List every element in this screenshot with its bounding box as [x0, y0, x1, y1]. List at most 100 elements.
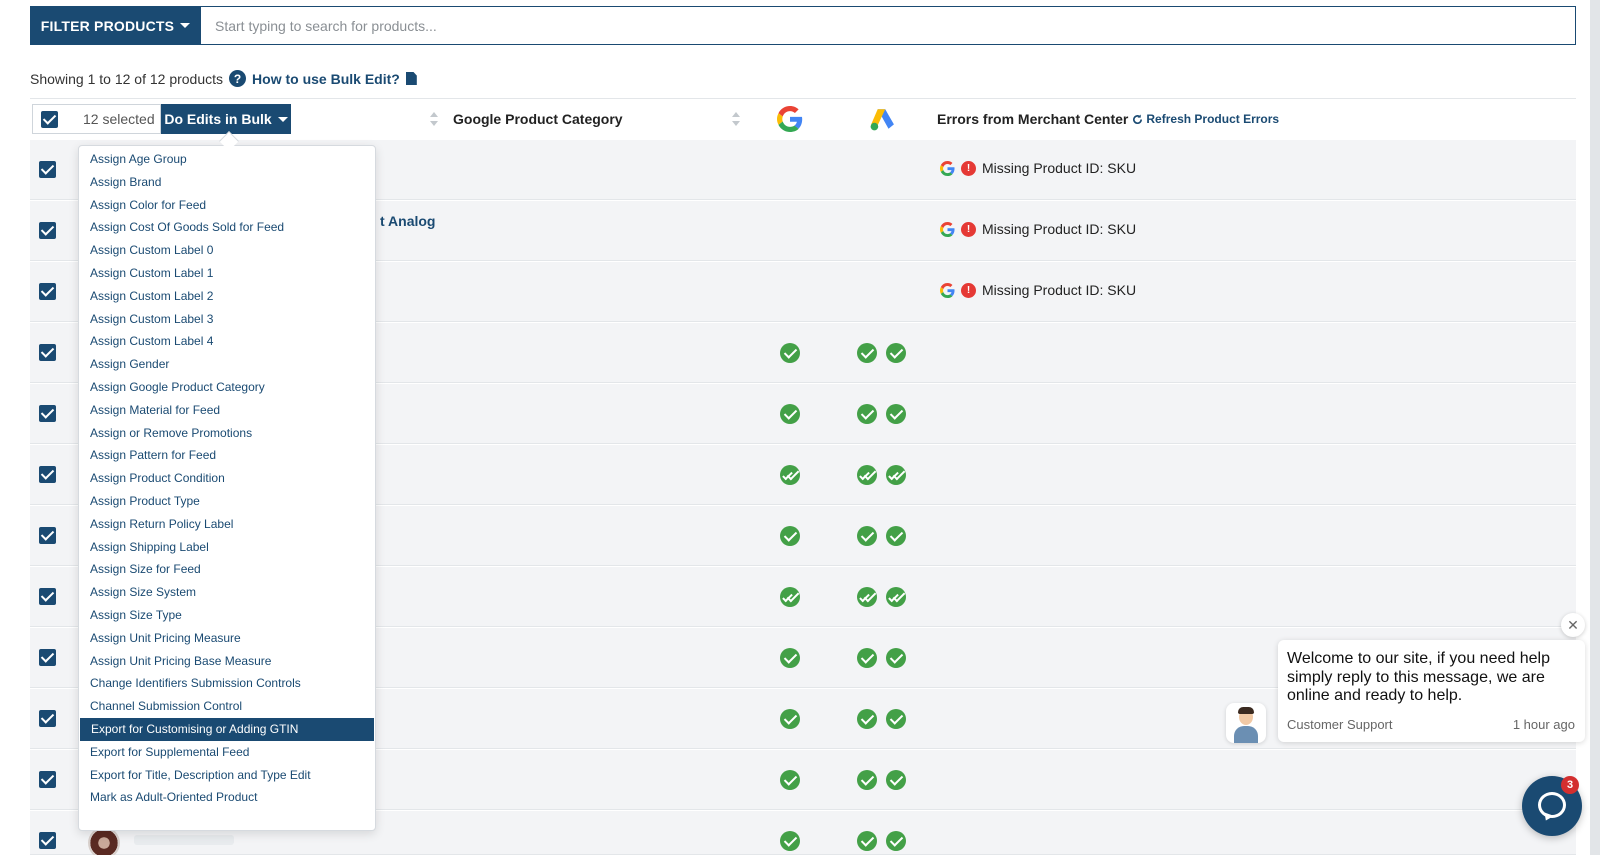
check-icon — [857, 831, 877, 851]
row-checkbox[interactable] — [39, 710, 56, 727]
error-text: Missing Product ID: SKU — [982, 282, 1137, 298]
refresh-errors-label: Refresh Product Errors — [1146, 112, 1280, 126]
check-icon — [857, 343, 877, 363]
help-icon[interactable]: ? — [229, 70, 247, 87]
bulk-menu-item[interactable]: Assign Material for Feed — [79, 399, 375, 422]
bulk-menu-item[interactable]: Export for Supplemental Feed — [79, 741, 375, 764]
check-icon — [857, 404, 877, 424]
page: FILTER PRODUCTS Showing 1 to 12 of 12 pr… — [0, 0, 1600, 855]
bulk-menu-item[interactable]: Assign or Remove Promotions — [79, 422, 375, 445]
google-icon — [777, 106, 803, 132]
row-checkbox[interactable] — [39, 588, 56, 605]
bulk-menu-item[interactable]: Export for Customising or Adding GTIN — [80, 717, 374, 741]
select-all-checkbox[interactable] — [41, 111, 58, 128]
row-checkbox[interactable] — [39, 771, 56, 788]
row-checkbox[interactable] — [39, 649, 56, 666]
avatar-body — [1234, 726, 1258, 743]
bulk-menu-item[interactable]: Assign Custom Label 1 — [79, 262, 375, 285]
check-icon — [780, 709, 800, 729]
error-icon: ! — [961, 160, 976, 176]
check-icon — [857, 282, 877, 302]
row-checkbox[interactable] — [39, 527, 56, 544]
bulk-menu-item[interactable]: Change Identifiers Submission Controls — [79, 672, 375, 695]
google-ads-icon — [870, 109, 894, 131]
chat-message[interactable]: Welcome to our site, if you need help si… — [1278, 640, 1585, 742]
check-icon — [780, 160, 800, 180]
product-search-input[interactable] — [200, 6, 1576, 45]
document-icon[interactable] — [405, 72, 417, 85]
scrollbar-track[interactable] — [1590, 0, 1600, 855]
filter-products-label: FILTER PRODUCTS — [40, 17, 175, 34]
error-icon: ! — [961, 221, 976, 237]
bulk-menu-item[interactable]: Channel Submission Control — [79, 695, 375, 718]
sort-category-icon[interactable] — [732, 112, 740, 126]
check-icon — [886, 831, 906, 851]
merchant-error: ! Missing Product ID: SKU — [940, 160, 1136, 176]
bulk-edit-label: Do Edits in Bulk — [164, 111, 272, 127]
bulk-menu-item[interactable]: Assign Google Product Category — [79, 376, 375, 399]
bulk-menu-item[interactable]: Assign Gender — [79, 353, 375, 376]
double-check-icon — [886, 465, 906, 485]
bulk-menu-item[interactable]: Mark as Adult-Oriented Product — [79, 786, 375, 809]
refresh-errors-link[interactable]: Refresh Product Errors — [1132, 112, 1279, 126]
row-checkbox[interactable] — [39, 344, 56, 361]
chat-icon — [1538, 792, 1566, 818]
double-check-icon — [780, 465, 800, 485]
row-checkbox[interactable] — [39, 405, 56, 422]
sort-name-icon[interactable] — [430, 112, 438, 126]
showing-text: Showing 1 to 12 of 12 products — [30, 70, 224, 87]
bulk-menu-item[interactable]: Assign Brand — [79, 171, 375, 194]
row-checkbox[interactable] — [39, 161, 56, 178]
bulk-edit-button[interactable]: Do Edits in Bulk — [161, 104, 291, 134]
check-icon — [886, 404, 906, 424]
bulk-menu-item[interactable]: Assign Size System — [79, 581, 375, 604]
bulk-menu-item[interactable]: Assign Custom Label 4 — [79, 330, 375, 353]
select-all-box[interactable]: 12 selected — [32, 104, 161, 134]
product-name-link[interactable]: t Analog — [380, 213, 435, 229]
double-check-icon — [886, 587, 906, 607]
double-check-icon — [857, 465, 877, 485]
error-text: Missing Product ID: SKU — [982, 160, 1137, 176]
check-icon — [886, 709, 906, 729]
bulk-edit-help-link[interactable]: How to use Bulk Edit? — [252, 71, 400, 87]
bulk-menu-item[interactable]: Export for Title, Description and Type E… — [79, 764, 375, 787]
notification-badge: 3 — [1561, 776, 1579, 794]
column-google-product-category[interactable]: Google Product Category — [453, 111, 623, 127]
merchant-error: ! Missing Product ID: SKU — [940, 221, 1136, 237]
bulk-menu-item[interactable]: Assign Product Type — [79, 490, 375, 513]
avatar — [1226, 703, 1266, 743]
errors-header-label: Errors from Merchant Center — [937, 111, 1129, 127]
row-checkbox[interactable] — [39, 466, 56, 483]
avatar-hair — [1238, 707, 1254, 714]
row-checkbox[interactable] — [39, 832, 56, 849]
close-icon[interactable]: ✕ — [1561, 613, 1585, 637]
check-icon — [857, 160, 877, 180]
bulk-menu-item[interactable]: Assign Custom Label 0 — [79, 239, 375, 262]
filter-products-button[interactable]: FILTER PRODUCTS — [30, 6, 201, 45]
bulk-menu-item[interactable]: Assign Size for Feed — [79, 558, 375, 581]
bulk-menu-item[interactable]: Assign Cost Of Goods Sold for Feed — [79, 216, 375, 239]
bulk-menu-item[interactable]: Assign Size Type — [79, 604, 375, 627]
bulk-menu-item[interactable]: Assign Pattern for Feed — [79, 444, 375, 467]
bulk-menu-item[interactable]: Assign Custom Label 2 — [79, 285, 375, 308]
double-check-icon — [857, 587, 877, 607]
product-thumbnail — [88, 827, 120, 855]
error-text: Missing Product ID: SKU — [982, 221, 1137, 237]
bulk-menu-item[interactable]: Assign Custom Label 3 — [79, 308, 375, 331]
check-icon — [857, 221, 877, 241]
chat-message-text: Welcome to our site, if you need help si… — [1287, 650, 1550, 704]
google-icon — [940, 221, 955, 237]
row-checkbox[interactable] — [39, 283, 56, 300]
check-icon — [780, 648, 800, 668]
check-icon — [857, 648, 877, 668]
bulk-menu-item[interactable]: Assign Shipping Label — [79, 536, 375, 559]
table-header: 12 selected Do Edits in Bulk Google Prod… — [30, 98, 1576, 138]
row-checkbox[interactable] — [39, 222, 56, 239]
check-icon — [886, 282, 906, 302]
bulk-menu-item[interactable]: Assign Unit Pricing Measure — [79, 627, 375, 650]
bulk-menu-item[interactable]: Assign Color for Feed — [79, 194, 375, 217]
bulk-menu-item[interactable]: Assign Return Policy Label — [79, 513, 375, 536]
bulk-menu-item[interactable]: Assign Unit Pricing Base Measure — [79, 650, 375, 673]
bulk-menu-item[interactable]: Assign Product Condition — [79, 467, 375, 490]
bulk-menu-item[interactable]: Assign Age Group — [79, 148, 375, 171]
